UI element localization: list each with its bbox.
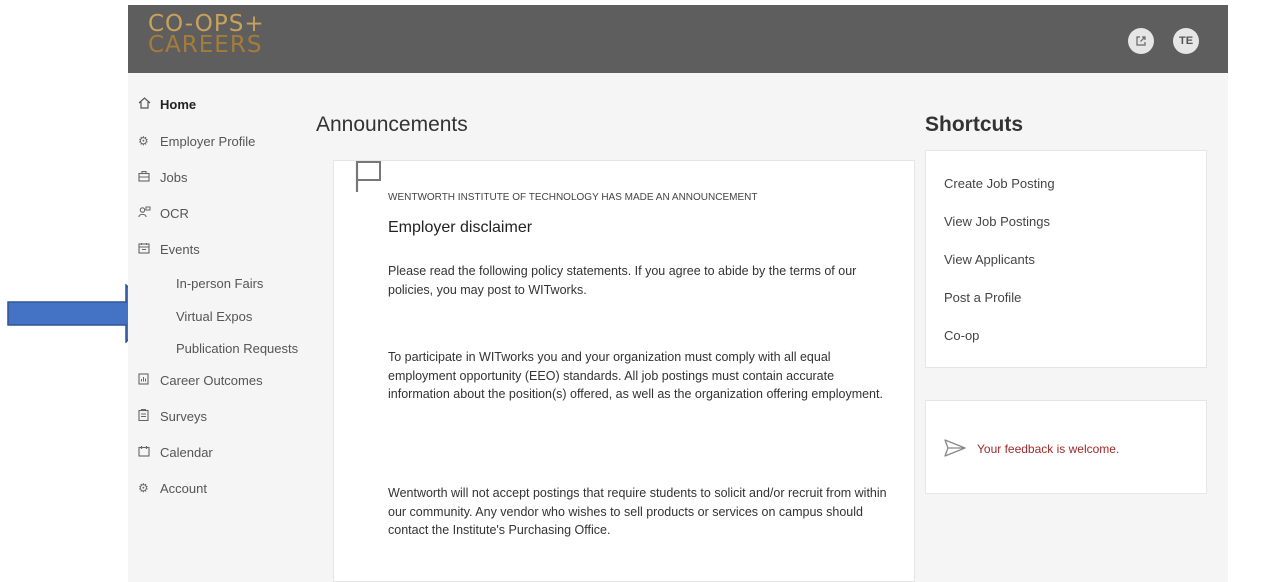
announcement-paragraph: To participate in WITworks you and your … [388,350,883,401]
sidebar-item-calendar[interactable]: Calendar [138,442,213,462]
sidebar-item-label: Surveys [160,408,207,424]
document-chart-icon [138,372,160,388]
calendar-grid-icon [138,242,160,257]
sidebar-item-virtual-expos[interactable]: Virtual Expos [176,306,252,326]
announcement-paragraph: Wentworth will not accept postings that … [388,486,887,537]
sidebar-item-home[interactable]: Home [138,94,196,114]
home-icon [138,96,160,112]
external-link-icon [1136,36,1146,46]
shortcut-post-a-profile[interactable]: Post a Profile [944,290,1021,305]
app-window: CO-OPS+ CAREERS TE Home ⚙ Employer Profi… [0,0,1269,582]
announcement-source: WENTWORTH INSTITUTE OF TECHNOLOGY HAS MA… [388,192,758,203]
announcement-heading: Employer disclaimer [388,219,533,236]
sidebar-item-account[interactable]: ⚙ Account [138,478,207,498]
feedback-card[interactable]: Your feedback is welcome. [925,400,1207,494]
shortcuts-card: Create Job Posting View Job Postings Vie… [925,150,1207,368]
logo-line-2: CAREERS [148,32,263,58]
sidebar-item-label: OCR [160,205,189,221]
sidebar-item-events[interactable]: Events [138,239,200,259]
shortcuts-title: Shortcuts [925,113,1024,136]
logo[interactable]: CO-OPS+ CAREERS [148,13,265,58]
sidebar-item-label: Events [160,241,200,257]
sidebar-item-surveys[interactable]: Surveys [138,406,207,426]
sidebar-item-career-outcomes[interactable]: Career Outcomes [138,370,263,390]
shortcut-view-job-postings[interactable]: View Job Postings [944,214,1050,229]
gear-icon: ⚙ [138,134,149,148]
announcement-card: WENTWORTH INSTITUTE OF TECHNOLOGY HAS MA… [333,160,915,582]
sidebar-item-jobs[interactable]: Jobs [138,167,187,187]
announcements-title: Announcements [316,113,468,136]
sidebar-item-label: Calendar [160,444,213,460]
sidebar-item-in-person-fairs[interactable]: In-person Fairs [176,273,263,293]
briefcase-icon [138,170,160,185]
people-icon [138,206,160,221]
sidebar-item-label: Employer Profile [160,133,256,149]
clipboard-icon [138,408,160,424]
sidebar-item-employer-profile[interactable]: ⚙ Employer Profile [138,131,255,151]
top-header: CO-OPS+ CAREERS TE [128,5,1228,73]
feedback-link[interactable]: Your feedback is welcome. [977,442,1119,456]
sidebar-item-label: In-person Fairs [176,275,264,291]
sidebar-item-publication-requests[interactable]: Publication Requests [176,338,298,358]
shortcut-co-op[interactable]: Co-op [944,328,979,343]
external-link-button[interactable] [1128,28,1154,54]
sidebar-item-label: Account [160,480,207,496]
avatar[interactable]: TE [1173,28,1199,54]
announcement-paragraph: Please read the following policy stateme… [388,264,857,297]
sidebar-item-label: Publication Requests [176,340,299,356]
shortcut-view-applicants[interactable]: View Applicants [944,252,1035,267]
sidebar-item-ocr[interactable]: OCR [138,203,189,223]
sidebar-item-label: Home [160,96,197,112]
sidebar-item-label: Jobs [160,169,188,185]
sidebar-item-label: Career Outcomes [160,372,263,388]
flag-icon [355,161,381,192]
send-icon [944,439,966,457]
shortcut-create-job-posting[interactable]: Create Job Posting [944,176,1055,191]
calendar-icon [138,445,160,460]
sidebar-item-label: Virtual Expos [176,308,253,324]
main-content: Home ⚙ Employer Profile Jobs OCR Events … [128,73,1228,582]
gear-icon: ⚙ [138,481,149,495]
